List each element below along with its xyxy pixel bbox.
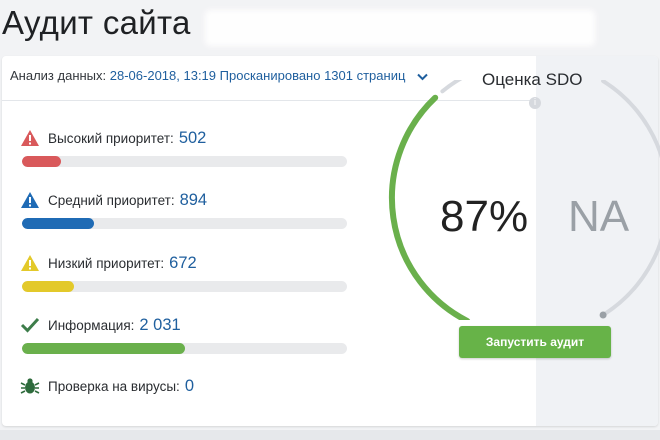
priority-row-info[interactable]: Информация: 2 031	[20, 315, 347, 354]
analysis-datetime: 28-06-2018, 13:19	[109, 68, 217, 83]
page-title: Аудит сайта	[2, 4, 191, 41]
priority-count[interactable]: 502	[179, 129, 207, 148]
progress-bar	[22, 343, 347, 354]
run-audit-button[interactable]: Запустить аудит	[459, 326, 611, 358]
checkmark-icon	[20, 316, 40, 334]
progress-fill	[22, 218, 94, 229]
priority-row-low[interactable]: Низкий приоритет: 672	[20, 253, 347, 292]
progress-bar	[22, 281, 347, 292]
priority-label: Высокий приоритет:	[48, 130, 174, 146]
redacted-site-name	[205, 10, 595, 46]
priority-count[interactable]: 894	[180, 191, 208, 210]
progress-fill	[22, 156, 61, 167]
virus-check-row[interactable]: Проверка на вирусы: 0	[20, 376, 194, 396]
progress-fill	[22, 281, 74, 292]
analysis-label: Анализ данных:	[10, 68, 107, 83]
priority-count[interactable]: 672	[169, 254, 197, 273]
virus-check-label: Проверка на вирусы:	[48, 378, 180, 394]
priority-label: Низкий приоритет:	[48, 255, 165, 271]
progress-bar	[22, 156, 347, 167]
priority-label: Средний приоритет:	[48, 192, 175, 208]
priority-label: Информация:	[48, 317, 135, 333]
virus-check-count[interactable]: 0	[185, 377, 194, 396]
priority-row-high[interactable]: Высокий приоритет: 502	[20, 128, 347, 167]
priority-count[interactable]: 2 031	[139, 316, 180, 335]
priority-row-medium[interactable]: Средний приоритет: 894	[20, 190, 347, 229]
analysis-dropdown[interactable]: Анализ данных: 28-06-2018, 13:19 Проскан…	[10, 68, 428, 84]
warning-triangle-blue-icon	[20, 191, 40, 209]
progress-bar	[22, 218, 347, 229]
score-value: 87%	[440, 192, 529, 241]
gauge-end-dot	[599, 311, 607, 319]
analysis-scanned: Просканировано 1301 страниц	[219, 68, 406, 83]
progress-fill	[22, 343, 185, 354]
score-title: Оценка SDO	[482, 70, 583, 89]
bug-icon	[20, 377, 40, 395]
warning-triangle-red-icon	[20, 129, 40, 147]
score-secondary: NA	[568, 192, 630, 241]
footer-strip	[0, 430, 660, 440]
warning-triangle-yellow-icon	[20, 254, 40, 272]
info-icon[interactable]: i	[529, 97, 541, 109]
